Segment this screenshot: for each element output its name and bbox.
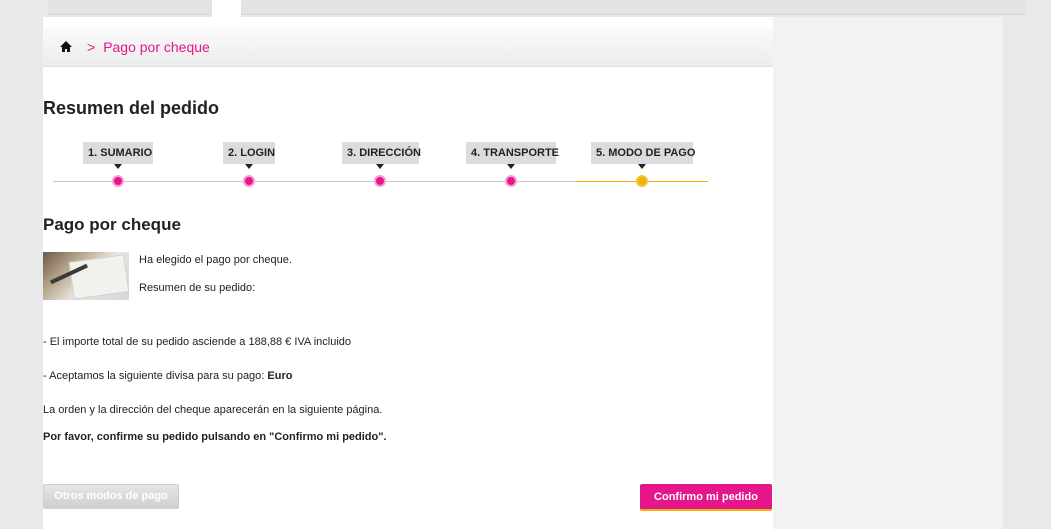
home-icon[interactable]: [59, 40, 73, 54]
breadcrumb: > Pago por cheque: [43, 27, 773, 67]
step-dot: [505, 175, 517, 187]
main-content: > Pago por cheque Resumen del pedido 1. …: [43, 17, 773, 529]
cheque-image: [43, 252, 129, 300]
step-arrow-icon: [507, 164, 515, 169]
step-label: 4. TRANSPORTE: [466, 142, 559, 164]
currency-value: Euro: [267, 370, 293, 382]
order-total-line: - El importe total de su pedido asciende…: [43, 336, 352, 348]
top-nav-left: [48, 0, 212, 15]
right-column: [773, 17, 1003, 529]
top-nav-right: [241, 0, 1026, 15]
step-label: 5. MODO DE PAGO: [591, 142, 695, 164]
step-arrow-icon: [114, 164, 122, 169]
order-total-amount: 188,88 €: [248, 336, 292, 348]
step-arrow-icon: [638, 164, 646, 169]
step-label: 2. LOGIN: [223, 142, 275, 164]
breadcrumb-current: Pago por cheque: [103, 38, 210, 55]
step-dot-current: [636, 175, 648, 187]
step-arrow-icon: [376, 164, 384, 169]
page-title: Resumen del pedido: [43, 98, 220, 118]
payment-chosen-text: Ha elegido el pago por cheque.: [139, 254, 292, 266]
step-dot: [243, 175, 255, 187]
steps-progress-line: [53, 181, 576, 182]
step-label: 3. DIRECCIÓN: [342, 142, 421, 164]
confirm-hint: Por favor, confirme su pedido pulsando e…: [43, 431, 387, 443]
step-arrow-icon: [245, 164, 253, 169]
step-label: 1. SUMARIO: [83, 142, 153, 164]
section-title: Pago por cheque: [43, 215, 181, 234]
checkout-steps: 1. SUMARIO 2. LOGIN 3. DIRECCIÓN 4. TRAN…: [53, 142, 708, 192]
next-page-note: La orden y la dirección del cheque apare…: [43, 404, 383, 416]
other-payment-methods-button[interactable]: Otros modos de pago: [43, 484, 179, 509]
step-dot: [112, 175, 124, 187]
breadcrumb-separator: >: [87, 38, 96, 55]
order-summary-label: Resumen de su pedido:: [139, 282, 256, 294]
currency-line: - Aceptamos la siguiente divisa para su …: [43, 370, 293, 382]
confirm-order-button[interactable]: Confirmo mi pedido: [640, 484, 772, 511]
step-dot: [374, 175, 386, 187]
top-nav-gap: [212, 0, 241, 17]
